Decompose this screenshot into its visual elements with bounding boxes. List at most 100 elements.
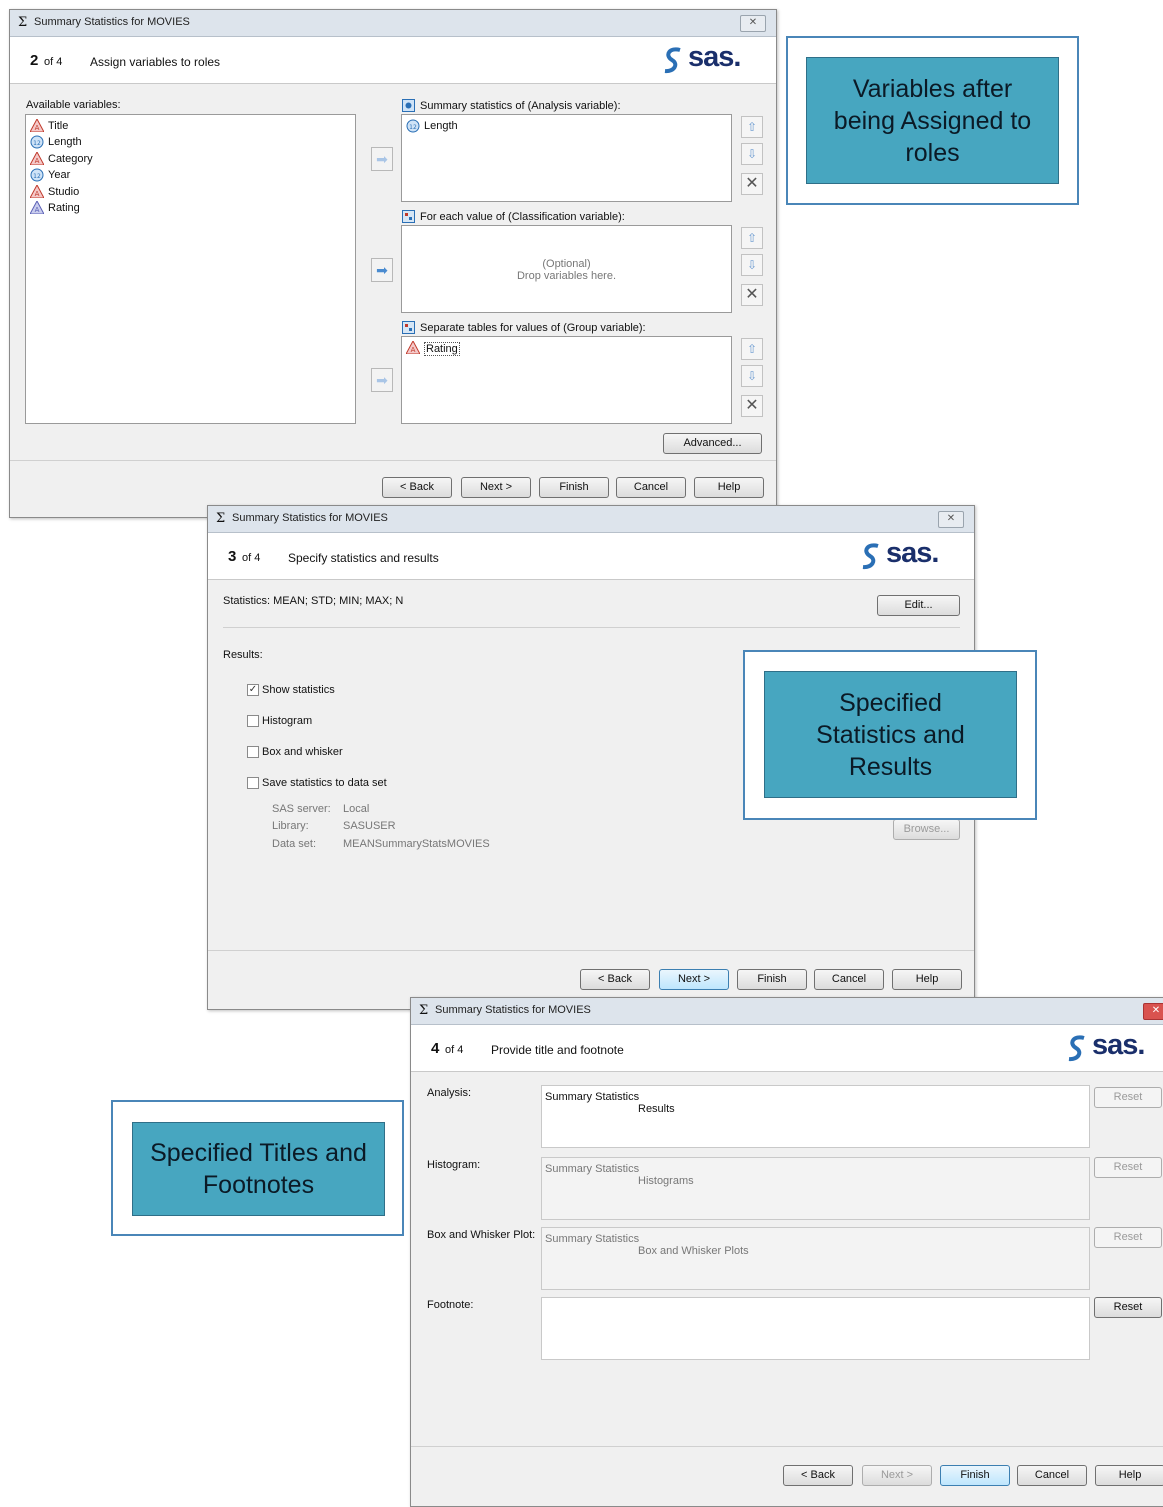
finish-button[interactable]: Finish: [737, 969, 807, 990]
server-value: Local: [343, 803, 370, 815]
available-variables-list[interactable]: A Title 12 Length A Category 12 Year A S…: [25, 114, 356, 424]
histogram-title-line1: Summary Statistics: [545, 1163, 640, 1175]
window-title: Summary Statistics for MOVIES: [34, 16, 190, 28]
statistics-summary: Statistics: MEAN; STD; MIN; MAX; N: [223, 595, 404, 607]
box-whisker-title-field[interactable]: Summary Statistics Box and Whisker Plots: [541, 1227, 1090, 1290]
placeholder-optional: (Optional): [542, 258, 591, 270]
sas-logo: sas.: [1066, 1029, 1154, 1065]
move-down-button[interactable]: ⇩: [741, 143, 763, 165]
finish-button[interactable]: Finish: [940, 1465, 1010, 1486]
footnote-field[interactable]: [541, 1297, 1090, 1360]
step-title: Provide title and footnote: [491, 1043, 624, 1057]
histogram-label: Histogram: [262, 715, 313, 727]
close-button[interactable]: ✕: [938, 511, 964, 528]
svg-text:12: 12: [33, 140, 41, 147]
drop-placeholder: (Optional) Drop variables here.: [402, 258, 731, 282]
group-variable-list[interactable]: A Rating: [401, 336, 732, 424]
classification-role-icon: [402, 210, 415, 223]
analysis-label: Analysis:: [427, 1087, 472, 1099]
edit-button[interactable]: Edit...: [877, 595, 960, 616]
move-to-classification-arrow[interactable]: ➡: [371, 258, 393, 282]
reset-box-whisker-button[interactable]: Reset: [1094, 1227, 1162, 1248]
sas-logo: sas.: [860, 537, 956, 573]
remove-button[interactable]: ✕: [741, 395, 763, 417]
analysis-variable-list[interactable]: 12 Length: [401, 114, 732, 202]
wizard-header: 3 of 4 Specify statistics and results sa…: [208, 533, 974, 580]
step-number: 3: [228, 548, 237, 565]
box-title-line2: Box and Whisker Plots: [638, 1245, 749, 1257]
svg-text:A: A: [411, 346, 416, 354]
window-title: Summary Statistics for MOVIES: [435, 1004, 591, 1016]
next-button[interactable]: Next >: [862, 1465, 932, 1486]
show-statistics-checkbox[interactable]: ✓: [247, 684, 259, 696]
box-whisker-checkbox[interactable]: [247, 746, 259, 758]
next-button[interactable]: Next >: [659, 969, 729, 990]
title-bar: Σ Summary Statistics for MOVIES ✕: [10, 10, 776, 37]
cancel-button[interactable]: Cancel: [814, 969, 884, 990]
remove-button[interactable]: ✕: [741, 284, 763, 306]
dialog-title-footnote: Σ Summary Statistics for MOVIES ✕ 4 of 4…: [410, 997, 1163, 1507]
svg-text:A: A: [35, 190, 40, 198]
browse-button[interactable]: Browse...: [893, 819, 960, 840]
histogram-title-field[interactable]: Summary Statistics Histograms: [541, 1157, 1090, 1220]
move-down-button[interactable]: ⇩: [741, 254, 763, 276]
footnote-label: Footnote:: [427, 1299, 474, 1311]
svg-text:12: 12: [409, 124, 417, 131]
close-button[interactable]: ✕: [1143, 1003, 1163, 1020]
back-button[interactable]: < Back: [580, 969, 650, 990]
reset-histogram-button[interactable]: Reset: [1094, 1157, 1162, 1178]
move-up-button[interactable]: ⇧: [741, 338, 763, 360]
advanced-button[interactable]: Advanced...: [663, 433, 762, 454]
numeric-variable-icon: 12: [30, 168, 44, 182]
back-button[interactable]: < Back: [382, 477, 452, 498]
move-up-button[interactable]: ⇧: [741, 116, 763, 138]
character-variable-icon: A: [30, 152, 44, 165]
box-whisker-label: Box and Whisker Plot:: [427, 1229, 536, 1241]
cancel-button[interactable]: Cancel: [1017, 1465, 1087, 1486]
sigma-icon: Σ: [419, 1003, 429, 1018]
svg-text:A: A: [35, 124, 40, 132]
help-button[interactable]: Help: [1095, 1465, 1163, 1486]
back-button[interactable]: < Back: [783, 1465, 853, 1486]
step-of: of 4: [44, 56, 63, 68]
analysis-title-field[interactable]: Summary Statistics Results: [541, 1085, 1090, 1148]
svg-text:A: A: [35, 157, 40, 165]
show-statistics-label: Show statistics: [262, 684, 335, 696]
character-variable-icon: A: [30, 119, 44, 132]
library-value: SASUSER: [343, 820, 396, 832]
move-down-button[interactable]: ⇩: [741, 365, 763, 387]
classification-variable-list[interactable]: (Optional) Drop variables here.: [401, 225, 732, 313]
remove-button[interactable]: ✕: [741, 173, 763, 195]
move-to-analysis-arrow[interactable]: ➡: [371, 147, 393, 171]
sigma-icon: Σ: [18, 15, 28, 30]
move-up-button[interactable]: ⇧: [741, 227, 763, 249]
reset-footnote-button[interactable]: Reset: [1094, 1297, 1162, 1318]
library-label: Library:: [272, 820, 309, 832]
analysis-role-icon: [402, 99, 415, 112]
group-role-icon: [402, 321, 415, 334]
server-label: SAS server:: [272, 803, 331, 815]
reset-analysis-button[interactable]: Reset: [1094, 1087, 1162, 1108]
svg-text:A: A: [35, 206, 40, 214]
title-bar: Σ Summary Statistics for MOVIES ✕: [208, 506, 974, 533]
finish-button[interactable]: Finish: [539, 477, 609, 498]
dataset-value: MEANSummaryStatsMOVIES: [343, 838, 490, 850]
save-statistics-checkbox[interactable]: [247, 777, 259, 789]
close-button[interactable]: ✕: [740, 15, 766, 32]
window-title: Summary Statistics for MOVIES: [232, 512, 388, 524]
section-divider: [223, 627, 960, 628]
cancel-button[interactable]: Cancel: [616, 477, 686, 498]
step-number: 2: [30, 52, 39, 69]
step-of: of 4: [242, 552, 261, 564]
character-variable-icon: A: [30, 201, 44, 214]
next-button[interactable]: Next >: [461, 477, 531, 498]
move-to-group-arrow[interactable]: ➡: [371, 368, 393, 392]
sigma-icon: Σ: [216, 511, 226, 526]
help-button[interactable]: Help: [892, 969, 962, 990]
dataset-label: Data set:: [272, 838, 317, 850]
histogram-checkbox[interactable]: [247, 715, 259, 727]
histogram-title-line2: Histograms: [638, 1175, 694, 1187]
results-label: Results:: [223, 649, 263, 661]
help-button[interactable]: Help: [694, 477, 764, 498]
wizard-header: 2 of 4 Assign variables to roles sas.: [10, 37, 776, 84]
